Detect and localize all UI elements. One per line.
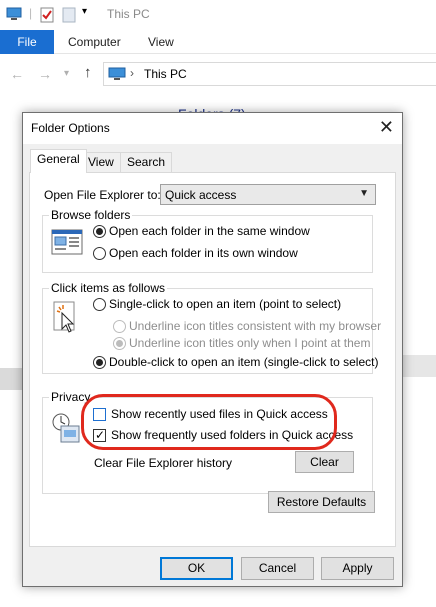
- single-click-label[interactable]: Single-click to open an item (point to s…: [109, 297, 341, 311]
- up-arrow-icon[interactable]: ↑: [84, 64, 92, 81]
- ribbon-tab-file[interactable]: File: [0, 30, 54, 54]
- underline-point-radio[interactable]: [113, 337, 126, 350]
- underline-always-radio[interactable]: [113, 320, 126, 333]
- recent-locations-icon[interactable]: ▾: [64, 68, 69, 79]
- ribbon: File Computer View: [0, 30, 436, 54]
- address-text: This PC: [144, 67, 187, 81]
- separator-icon: |: [29, 6, 33, 20]
- dialog-footer: OK Cancel Apply: [23, 553, 402, 586]
- open-explorer-select[interactable]: Quick access ▼: [160, 184, 376, 205]
- double-click-label[interactable]: Double-click to open an item (single-cli…: [109, 355, 378, 369]
- breadcrumb-chevron-icon[interactable]: ›: [130, 66, 134, 80]
- folder-options-dialog: Folder Options ✕ General View Search Ope…: [22, 112, 403, 587]
- back-arrow-icon[interactable]: ←: [10, 66, 24, 82]
- click-pointer-icon: [53, 301, 79, 338]
- single-click-radio[interactable]: [93, 298, 106, 311]
- chevron-down-icon: ▼: [359, 188, 369, 199]
- recent-files-checkbox[interactable]: [93, 408, 106, 421]
- privacy-title: Privacy: [49, 390, 93, 404]
- general-tab-panel: Open File Explorer to: Quick access ▼ Br…: [29, 172, 396, 547]
- frequent-folders-checkbox[interactable]: ✓: [93, 428, 106, 442]
- underline-always-label[interactable]: Underline icon titles consistent with my…: [129, 319, 381, 333]
- tab-search[interactable]: Search: [120, 152, 173, 172]
- window-title: This PC: [107, 7, 150, 21]
- dialog-titlebar: Folder Options ✕: [23, 113, 402, 144]
- restore-defaults-button[interactable]: Restore Defaults: [268, 491, 375, 513]
- customize-toolbar-icon[interactable]: ▾: [82, 6, 87, 17]
- browse-folders-title: Browse folders: [49, 208, 133, 222]
- frequent-folders-label[interactable]: Show frequently used folders in Quick ac…: [111, 428, 353, 442]
- recent-files-label[interactable]: Show recently used files in Quick access: [111, 407, 328, 421]
- explorer-titlebar: | ▾ This PC: [0, 0, 436, 30]
- clear-button[interactable]: Clear: [295, 451, 354, 473]
- new-folder-icon[interactable]: [62, 7, 76, 26]
- address-box[interactable]: › This PC: [103, 62, 436, 86]
- dialog-title: Folder Options: [31, 121, 110, 135]
- ok-button[interactable]: OK: [160, 557, 233, 580]
- browse-folders-icon: [51, 228, 83, 261]
- open-explorer-value: Quick access: [165, 188, 237, 202]
- ribbon-tab-computer[interactable]: Computer: [68, 30, 121, 54]
- apply-button[interactable]: Apply: [321, 557, 394, 580]
- tab-general[interactable]: General: [30, 149, 87, 173]
- own-window-label[interactable]: Open each folder in its own window: [109, 246, 298, 260]
- close-icon[interactable]: ✕: [379, 117, 394, 137]
- open-explorer-label: Open File Explorer to:: [44, 188, 161, 202]
- forward-arrow-icon[interactable]: →: [38, 66, 52, 82]
- clear-history-label: Clear File Explorer history: [94, 456, 233, 470]
- underline-point-label[interactable]: Underline icon titles only when I point …: [129, 336, 370, 350]
- privacy-history-icon: [51, 412, 81, 447]
- cancel-button[interactable]: Cancel: [241, 557, 314, 580]
- privacy-group: Privacy Show recently used files in Quic…: [42, 390, 373, 494]
- tab-view[interactable]: View: [81, 152, 121, 172]
- same-window-radio[interactable]: [93, 225, 106, 238]
- browse-folders-group: Browse folders Open each folder in the s…: [42, 208, 373, 273]
- click-items-title: Click items as follows: [49, 281, 168, 295]
- properties-icon[interactable]: [40, 7, 54, 26]
- ribbon-tab-view[interactable]: View: [148, 30, 174, 54]
- this-pc-icon: [108, 67, 126, 84]
- computer-icon[interactable]: [6, 7, 22, 24]
- nav-pane-selection: [0, 368, 24, 390]
- content-selection: [400, 355, 436, 377]
- address-bar: ← → ▾ ↑ › This PC: [0, 58, 436, 90]
- double-click-radio[interactable]: [93, 356, 106, 369]
- click-items-group: Click items as follows Single-click to o…: [42, 281, 381, 374]
- own-window-radio[interactable]: [93, 247, 106, 260]
- same-window-label[interactable]: Open each folder in the same window: [109, 224, 310, 238]
- checkmark-icon: ✓: [95, 428, 106, 442]
